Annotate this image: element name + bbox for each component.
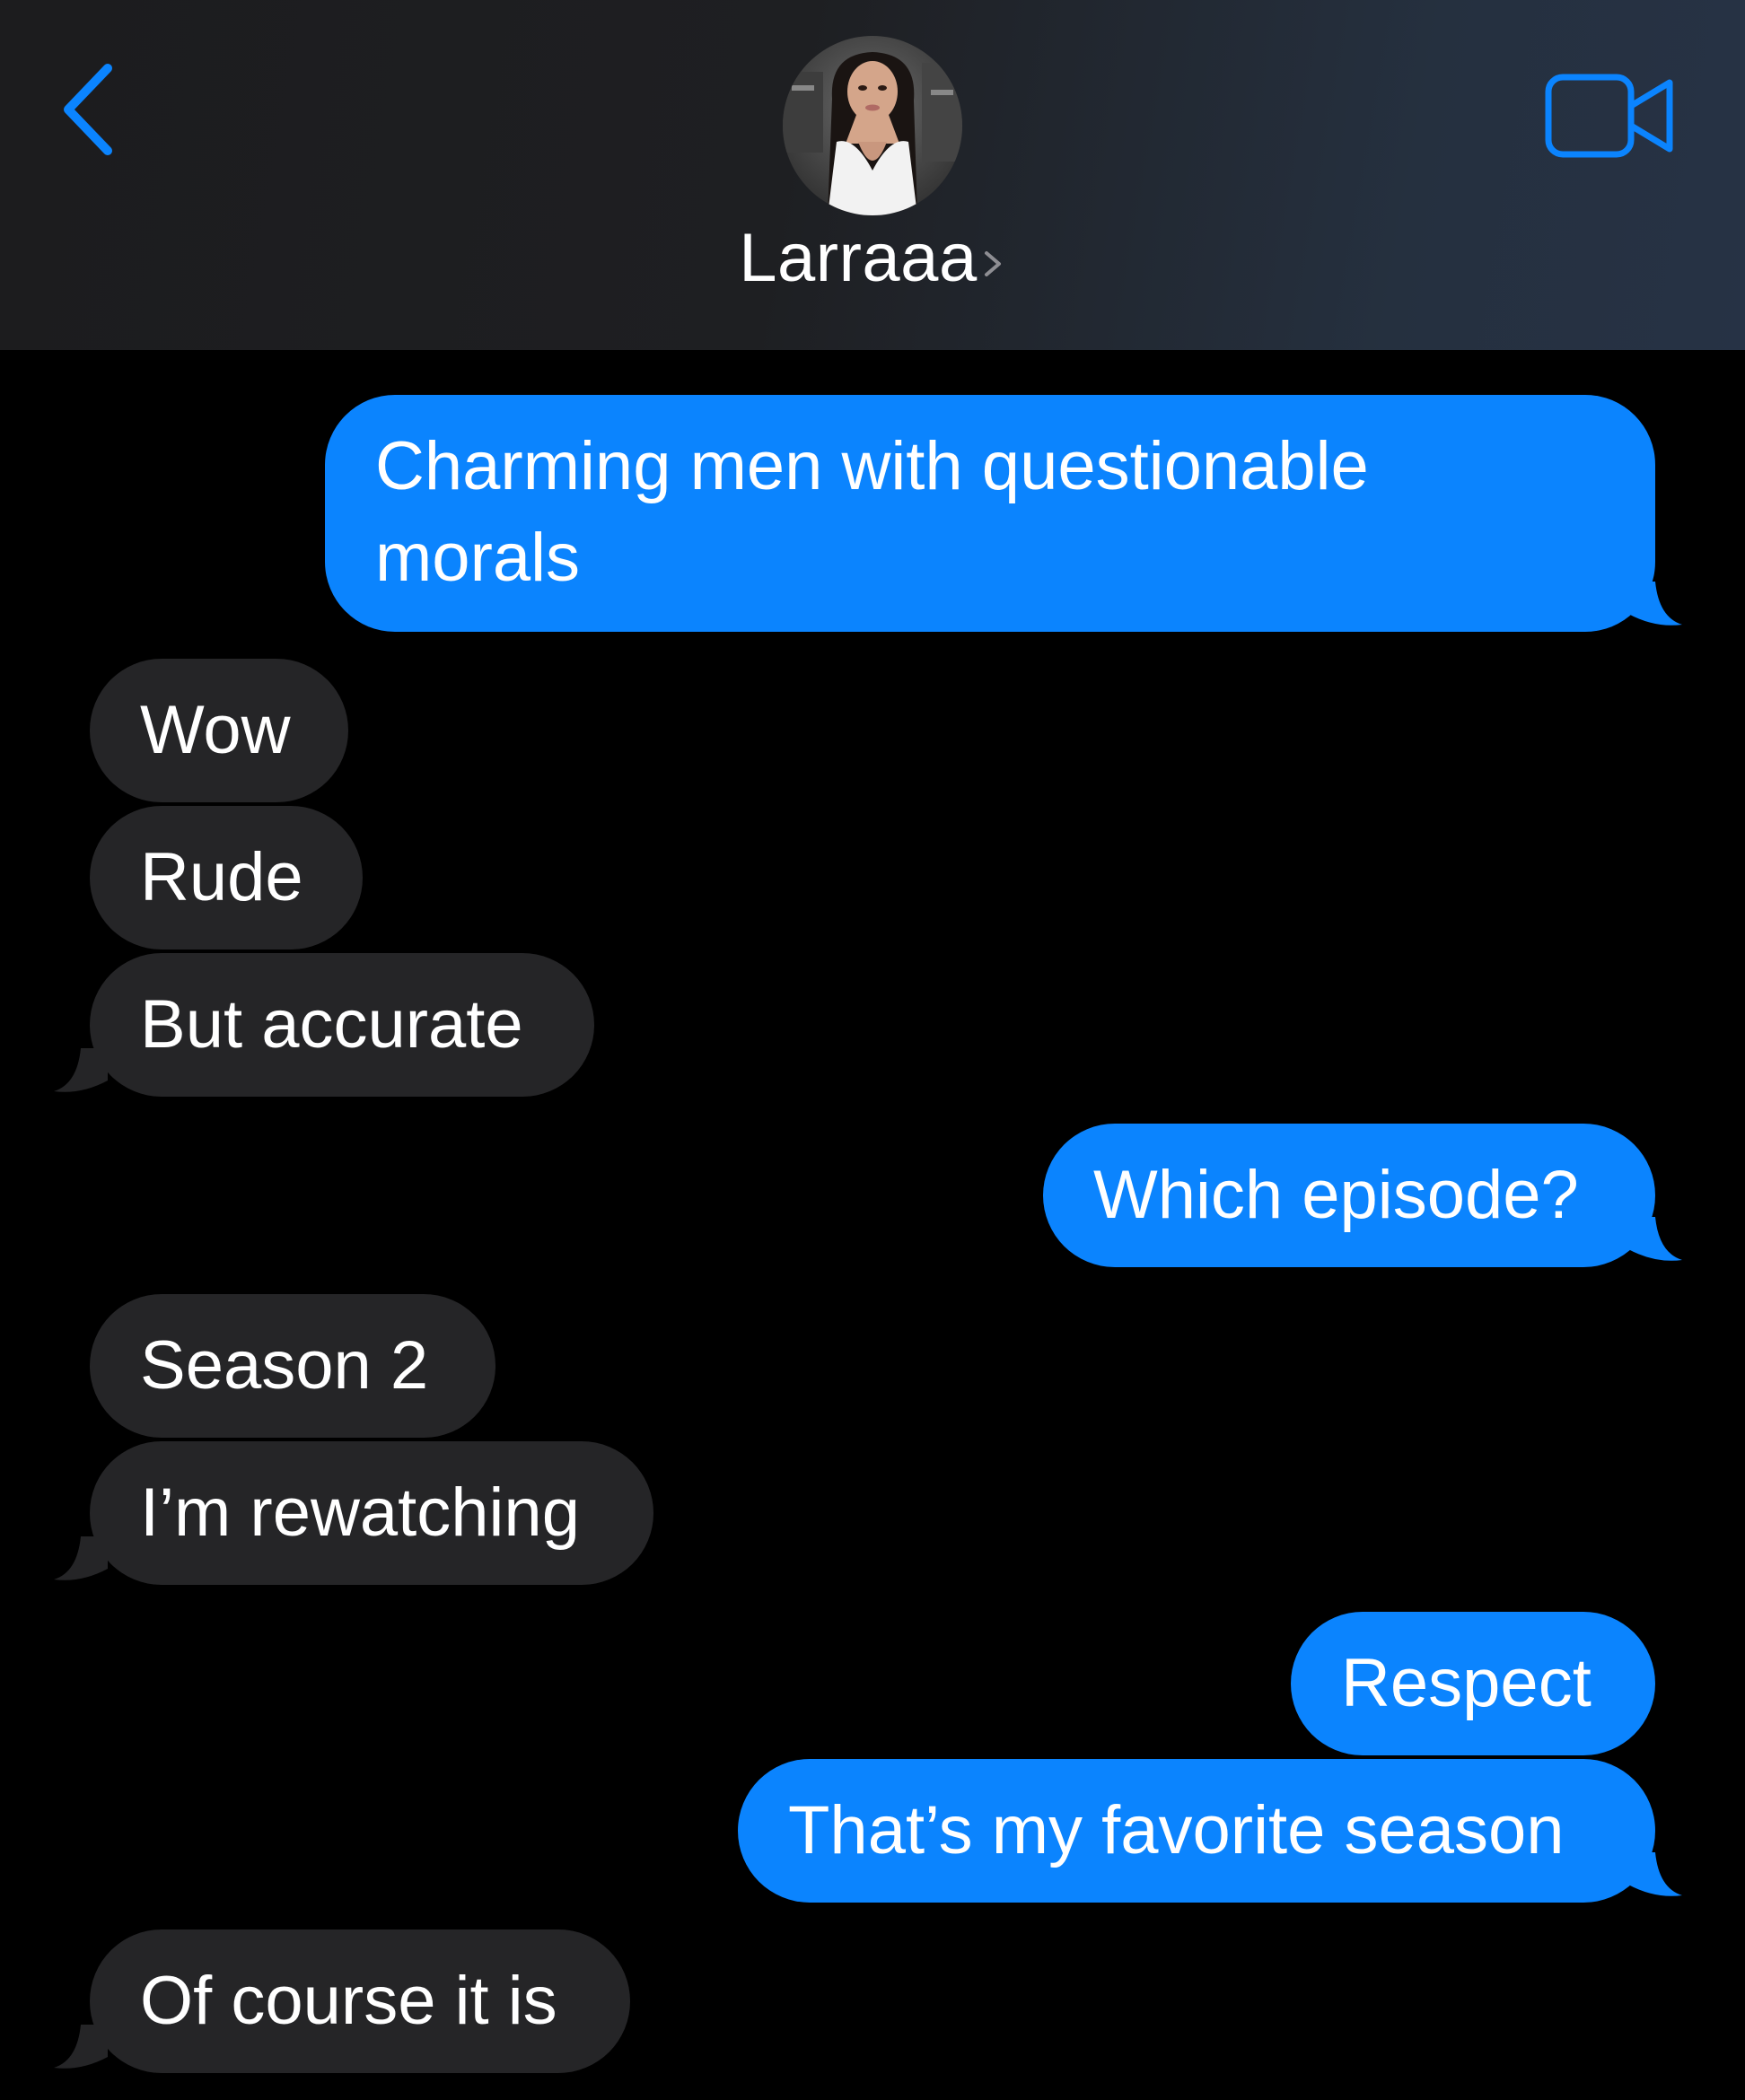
message-text: That’s my favorite season — [788, 1792, 1565, 1868]
bubble-tail — [54, 2025, 108, 2069]
received-message-bubble[interactable]: Season 2 — [90, 1294, 495, 1438]
sent-message-bubble[interactable]: Respect — [1291, 1612, 1655, 1755]
message-text: morals — [375, 520, 581, 596]
contact-name: Larraaa — [739, 220, 978, 296]
message-text: Season 2 — [140, 1327, 429, 1404]
message-text: But accurate — [140, 986, 523, 1063]
facetime-video-button[interactable] — [1544, 72, 1679, 162]
bubble-tail — [1628, 1852, 1682, 1897]
received-message-bubble[interactable]: Of course it is — [90, 1929, 630, 2073]
chevron-left-icon — [64, 64, 112, 155]
received-message-bubble[interactable]: I’m rewatching — [90, 1441, 653, 1585]
received-message-bubble[interactable]: But accurate — [90, 953, 594, 1097]
message-text: Rude — [140, 839, 303, 915]
bubble-tail — [54, 1536, 108, 1581]
message-text: Of course it is — [140, 1963, 557, 2039]
conversation-header: Larraaa — [0, 0, 1745, 350]
received-message-bubble[interactable]: Wow — [90, 659, 348, 802]
sent-message-bubble[interactable]: Which episode? — [1043, 1124, 1655, 1267]
message-text: Which episode? — [1093, 1157, 1579, 1233]
chevron-right-icon — [979, 246, 1006, 282]
message-text: Respect — [1341, 1645, 1592, 1721]
message-text: Charming men with questionable — [375, 428, 1369, 504]
contact-name-button[interactable]: Larraaa — [0, 223, 1745, 294]
bubble-tail — [1628, 1217, 1682, 1262]
message-text: Wow — [140, 692, 291, 768]
contact-avatar[interactable] — [783, 36, 962, 215]
video-camera-icon — [1545, 74, 1673, 158]
received-message-bubble[interactable]: Rude — [90, 806, 363, 949]
sent-message-bubble[interactable]: Charming men with questionable morals — [325, 395, 1655, 632]
back-button[interactable] — [56, 56, 127, 163]
bubble-tail — [54, 1048, 108, 1093]
sent-message-bubble[interactable]: That’s my favorite season — [738, 1759, 1655, 1903]
contact-photo — [783, 36, 962, 215]
bubble-tail — [1628, 582, 1682, 626]
message-text: I’m rewatching — [140, 1474, 580, 1551]
